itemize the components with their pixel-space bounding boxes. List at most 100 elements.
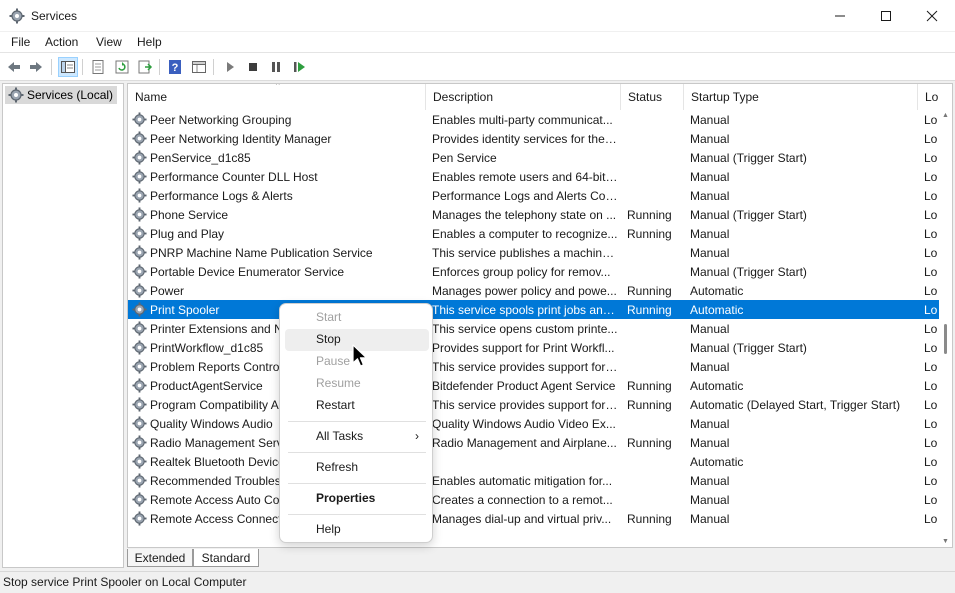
- service-status: Running: [627, 284, 672, 298]
- service-log-on-as: Lo: [924, 474, 938, 488]
- service-startup-type: Manual (Trigger Start): [690, 151, 807, 165]
- context-menu-all-tasks[interactable]: All Tasks ›: [285, 426, 429, 448]
- pause-service-button[interactable]: [266, 57, 286, 77]
- table-row[interactable]: Plug and Play Enables a computer to recog…: [128, 224, 940, 243]
- help-button[interactable]: ?: [165, 57, 185, 77]
- stop-service-button[interactable]: [243, 57, 263, 77]
- service-log-on-as: Lo: [924, 265, 938, 279]
- restart-service-button[interactable]: [289, 57, 309, 77]
- context-menu-properties[interactable]: Properties: [285, 488, 429, 510]
- maximize-icon: [881, 11, 891, 21]
- column-header-status[interactable]: Status: [621, 84, 684, 110]
- scrollbar-thumb[interactable]: [944, 324, 947, 354]
- table-row[interactable]: Quality Windows Audio Quality Windows Aud…: [128, 414, 940, 433]
- service-description: Enables automatic mitigation for...: [432, 474, 613, 488]
- tab-standard[interactable]: Standard: [193, 549, 259, 567]
- column-header-label: Status: [628, 90, 663, 104]
- context-menu-refresh[interactable]: Refresh: [285, 457, 429, 479]
- table-row[interactable]: Phone Service Manages the telephony state…: [128, 205, 940, 224]
- table-row[interactable]: PrintWorkflow_d1c85 Provides support for …: [128, 338, 940, 357]
- service-description: Pen Service: [432, 151, 497, 165]
- context-menu-restart[interactable]: Restart: [285, 395, 429, 417]
- service-description: This service provides support for ...: [432, 398, 618, 412]
- refresh-button[interactable]: [112, 57, 132, 77]
- scroll-down-icon[interactable]: ▼: [942, 538, 949, 545]
- service-log-on-as: Lo: [924, 284, 938, 298]
- context-menu-label: All Tasks: [316, 429, 364, 443]
- service-description: Bitdefender Product Agent Service: [432, 379, 616, 393]
- table-row[interactable]: Power Manages power policy and powe... Run…: [128, 281, 940, 300]
- table-row[interactable]: Radio Management Serv Radio Management an…: [128, 433, 940, 452]
- services-app-icon: [9, 8, 25, 24]
- service-startup-type: Manual: [690, 227, 730, 241]
- menu-help[interactable]: Help: [137, 35, 162, 49]
- column-header-description[interactable]: Description: [426, 84, 621, 110]
- table-row[interactable]: Remote Access Connect Manages dial-up and…: [128, 509, 940, 528]
- gear-icon: [8, 87, 24, 103]
- menu-view[interactable]: View: [96, 35, 122, 49]
- gear-icon: [132, 302, 147, 317]
- table-row[interactable]: Performance Counter DLL Host Enables remo…: [128, 167, 940, 186]
- service-description: Enables a computer to recognize...: [432, 227, 618, 241]
- minimize-button[interactable]: [817, 0, 863, 32]
- table-row[interactable]: Peer Networking Identity Manager Provides…: [128, 129, 940, 148]
- menu-action[interactable]: Action: [45, 35, 78, 49]
- table-row[interactable]: Problem Reports Contro This service provi…: [128, 357, 940, 376]
- close-button[interactable]: [909, 0, 955, 32]
- service-log-on-as: Lo: [924, 512, 938, 526]
- start-service-button[interactable]: [220, 57, 240, 77]
- gear-icon: [132, 264, 147, 279]
- context-menu-separator: [288, 514, 426, 515]
- pause-icon: [272, 62, 280, 72]
- column-header-name[interactable]: ⌃ Name: [128, 84, 426, 110]
- properties-button[interactable]: [88, 57, 108, 77]
- minimize-icon: [835, 15, 845, 17]
- maximize-button[interactable]: [863, 0, 909, 32]
- table-row[interactable]: Program Compatibility A This service prov…: [128, 395, 940, 414]
- service-description: Manages dial-up and virtual priv...: [432, 512, 612, 526]
- forward-button[interactable]: [26, 57, 46, 77]
- window-title: Services: [31, 9, 78, 23]
- service-log-on-as: Lo: [924, 436, 938, 450]
- show-hide-console-tree-button[interactable]: [58, 57, 78, 77]
- service-startup-type: Manual: [690, 512, 730, 526]
- context-menu-separator: [288, 421, 426, 422]
- table-row[interactable]: Recommended Troubles Enables automatic mi…: [128, 471, 940, 490]
- table-row[interactable]: Peer Networking Grouping Enables multi-pa…: [128, 110, 940, 129]
- menu-file[interactable]: File: [11, 35, 30, 49]
- scroll-up-icon[interactable]: ▲: [942, 112, 949, 119]
- tab-extended[interactable]: Extended: [127, 549, 193, 567]
- gear-icon: [132, 131, 147, 146]
- context-menu-resume[interactable]: Resume: [285, 373, 429, 395]
- service-description: Performance Logs and Alerts Col...: [432, 189, 618, 203]
- menu-bar: File Action View Help: [0, 32, 955, 53]
- vertical-scrollbar[interactable]: ▲ ▼: [939, 110, 952, 547]
- table-row[interactable]: Printer Extensions and N This service ope…: [128, 319, 940, 338]
- gear-icon: [132, 454, 147, 469]
- context-menu-start[interactable]: Start: [285, 307, 429, 329]
- back-arrow-icon: [8, 62, 20, 72]
- context-menu-help[interactable]: Help: [285, 519, 429, 541]
- service-startup-type: Automatic: [690, 303, 744, 317]
- column-header-startup-type[interactable]: Startup Type: [684, 84, 918, 110]
- table-row[interactable]: Portable Device Enumerator Service Enforc…: [128, 262, 940, 281]
- table-row[interactable]: Realtek Bluetooth Device Automatic Lo: [128, 452, 940, 471]
- service-startup-type: Manual: [690, 474, 730, 488]
- console-tree: Services (Local): [2, 83, 124, 568]
- column-header-log-on-as[interactable]: Lo: [918, 84, 952, 110]
- table-row[interactable]: PNRP Machine Name Publication Service Thi…: [128, 243, 940, 262]
- column-header-row: ⌃ Name Description Status Startup Type L…: [128, 84, 952, 110]
- back-button[interactable]: [4, 57, 24, 77]
- table-row[interactable]: PenService_d1c85 Pen Service Manual (Trigg…: [128, 148, 940, 167]
- extended-view-button[interactable]: [189, 57, 209, 77]
- service-startup-type: Automatic: [690, 455, 744, 469]
- table-row[interactable]: Print Spooler This service spools print j…: [128, 300, 940, 319]
- table-row[interactable]: ProductAgentService Bitdefender Product A…: [128, 376, 940, 395]
- chevron-right-icon: ›: [415, 429, 419, 443]
- status-text: Stop service Print Spooler on Local Comp…: [3, 575, 247, 589]
- service-log-on-as: Lo: [924, 151, 938, 165]
- tree-item-services-local[interactable]: Services (Local): [5, 86, 118, 104]
- export-list-button[interactable]: [135, 57, 155, 77]
- table-row[interactable]: Performance Logs & Alerts Performance Log…: [128, 186, 940, 205]
- table-row[interactable]: Remote Access Auto Co Creates a connectio…: [128, 490, 940, 509]
